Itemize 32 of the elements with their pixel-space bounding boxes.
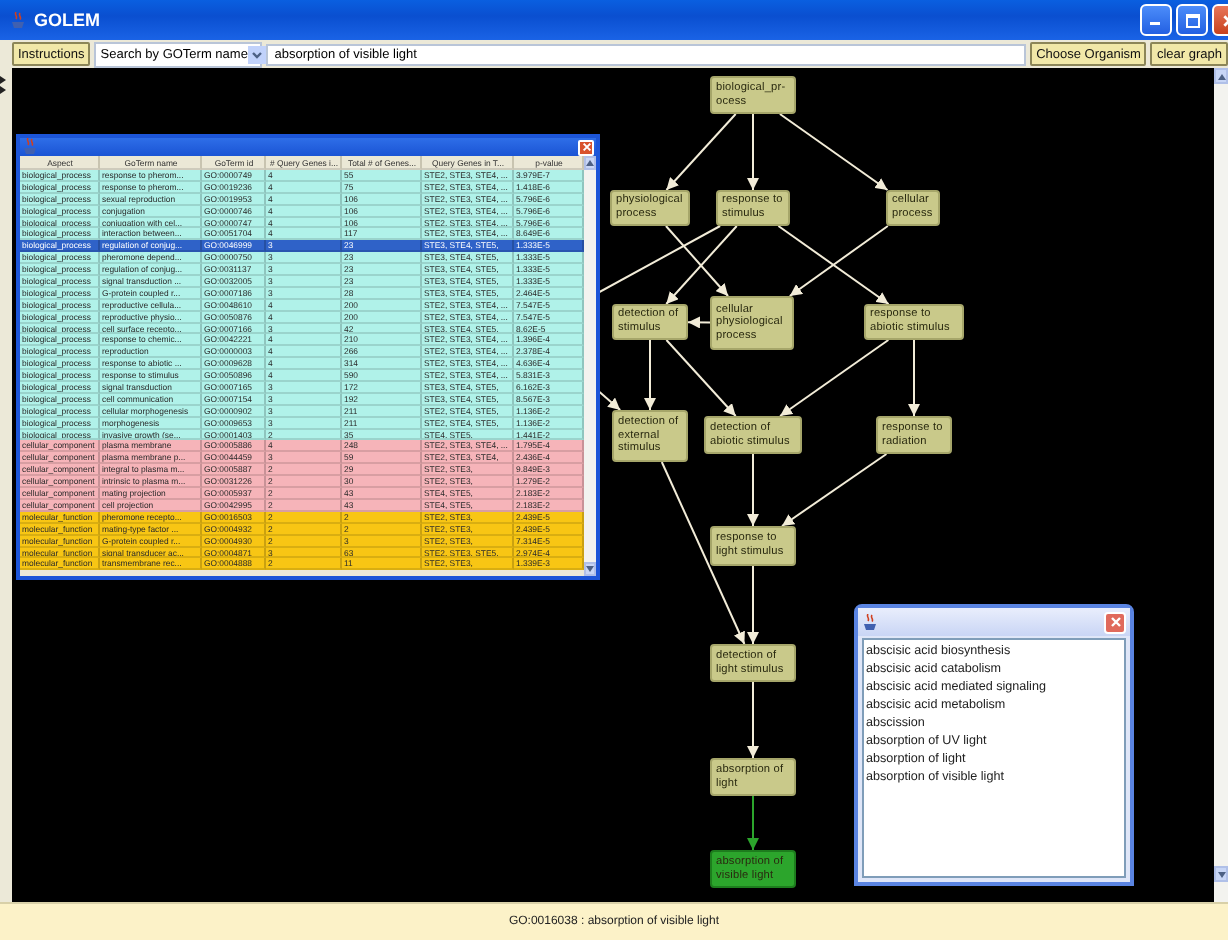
- connector-arrow: [908, 339, 920, 417]
- scrollbar[interactable]: [1214, 68, 1228, 902]
- cup-icon: [862, 613, 878, 631]
- connector-arrow: [687, 316, 711, 329]
- up-arrow-icon: [586, 160, 594, 166]
- minimize-button[interactable]: [1140, 4, 1172, 36]
- up-arrow-icon: [1217, 73, 1225, 79]
- close-icon: [581, 142, 591, 152]
- maximize-icon: [1185, 13, 1199, 27]
- down-arrow-icon: [1217, 871, 1225, 877]
- connector-arrow: [747, 681, 759, 759]
- connector-arrow: [777, 225, 890, 305]
- connector-arrow: [644, 339, 656, 411]
- close-icon: [1109, 616, 1121, 628]
- splitter-arrows-icon: [0, 76, 8, 94]
- connector-arrow: [747, 795, 759, 851]
- cup-icon: [10, 11, 26, 29]
- scrollbar[interactable]: [584, 156, 596, 576]
- down-arrow-icon: [586, 566, 594, 572]
- connector-arrow: [788, 225, 889, 297]
- maximize-button[interactable]: [1176, 4, 1208, 36]
- connector-arrow: [665, 339, 737, 417]
- connector-arrow: [779, 339, 890, 417]
- cup-icon: [22, 138, 38, 156]
- window-title: GOLEM: [34, 10, 100, 30]
- chevron-icon: [247, 45, 266, 63]
- connector-arrow: [781, 453, 888, 527]
- connector-arrow: [665, 113, 737, 191]
- close-button[interactable]: [578, 139, 594, 155]
- connector-arrow: [778, 113, 889, 191]
- close-button[interactable]: [1104, 611, 1126, 633]
- connector-arrow: [747, 113, 759, 191]
